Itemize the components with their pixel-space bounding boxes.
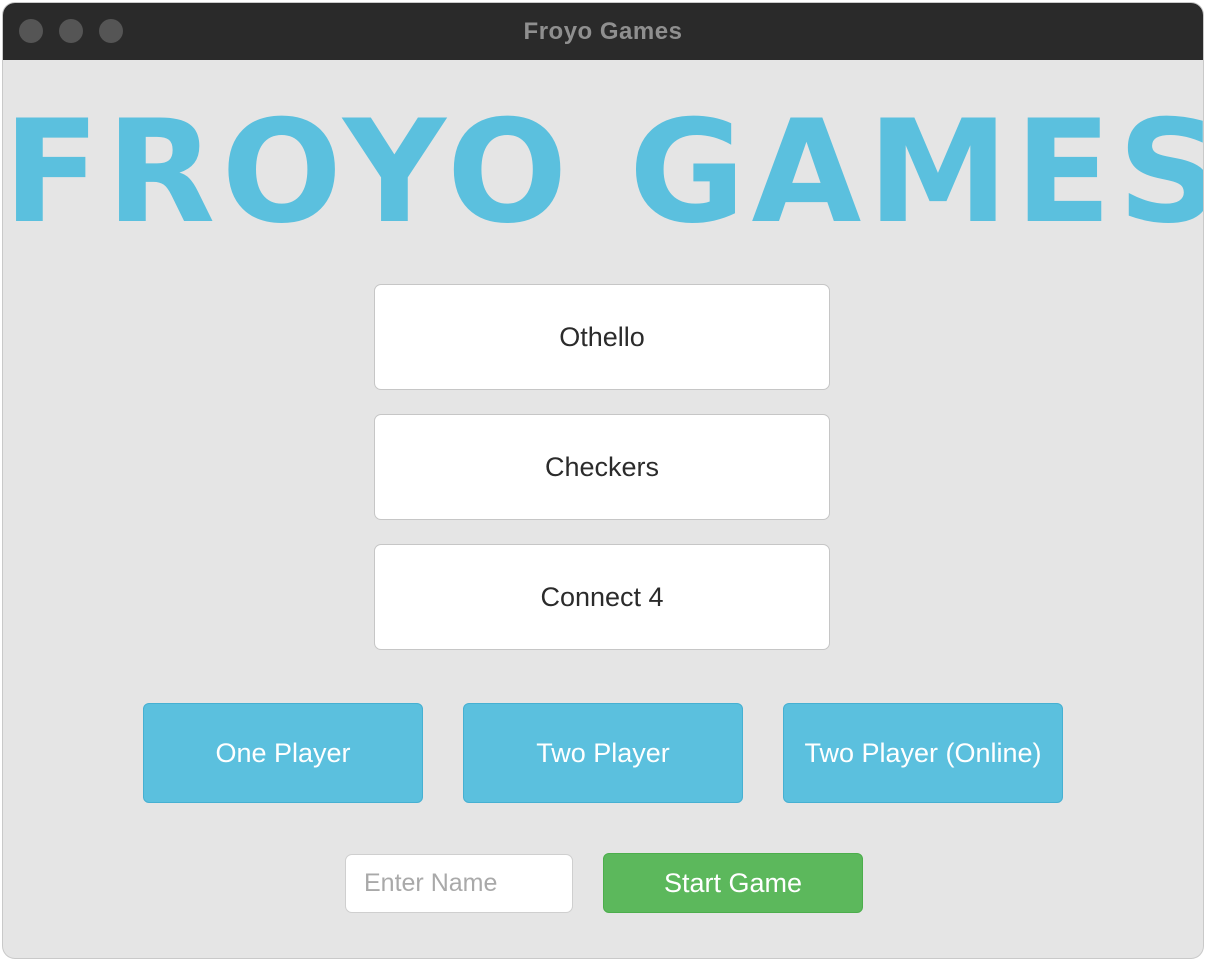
two-player-online-button[interactable]: Two Player (Online) bbox=[783, 703, 1063, 803]
checkers-button[interactable]: Checkers bbox=[374, 414, 830, 520]
two-player-button[interactable]: Two Player bbox=[463, 703, 743, 803]
hero-title: FROYO GAMES bbox=[3, 90, 1203, 255]
title-bar: Froyo Games bbox=[3, 3, 1203, 60]
othello-button[interactable]: Othello bbox=[374, 284, 830, 390]
name-input[interactable] bbox=[345, 854, 573, 913]
connect-4-button[interactable]: Connect 4 bbox=[374, 544, 830, 650]
app-window: Froyo Games FROYO GAMES Othello Checkers… bbox=[3, 3, 1203, 958]
one-player-button[interactable]: One Player bbox=[143, 703, 423, 803]
window-title: Froyo Games bbox=[523, 18, 683, 45]
start-game-button[interactable]: Start Game bbox=[603, 853, 863, 913]
